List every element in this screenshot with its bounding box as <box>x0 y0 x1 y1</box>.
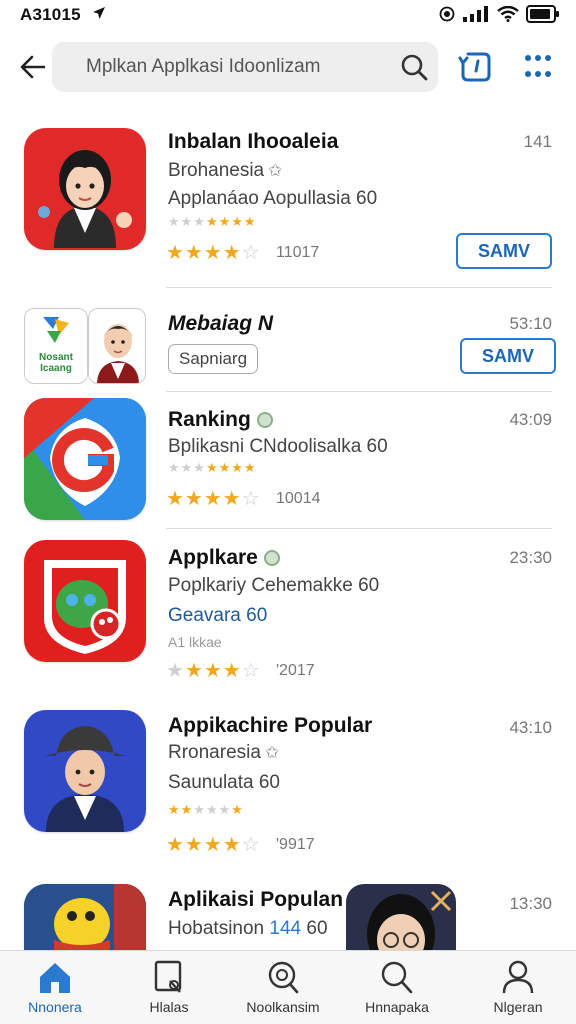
back-arrow-icon <box>20 55 46 79</box>
get-button[interactable]: SAMV <box>456 233 552 269</box>
nav-label-search-badge: Noolkansim <box>246 999 320 1015</box>
app-time: 13:30 <box>509 894 552 913</box>
app-icon-logo-tile: Nosant Icaang <box>24 308 88 384</box>
app-icon-avatar-woman <box>24 128 146 250</box>
app-time: 53:10 <box>509 314 552 333</box>
location-arrow-icon <box>93 7 105 19</box>
app-name: Mebaiag N <box>168 312 274 335</box>
get-button[interactable]: SAMV <box>460 338 556 374</box>
divider <box>166 287 552 288</box>
nav-label-gallery: Hlalas <box>149 999 189 1015</box>
rating-stars: ★★★★☆ <box>166 660 261 682</box>
app-subtitle: Hobatsinon 144 60 <box>168 918 328 939</box>
app-list-item[interactable]: Inbalan Ihooaleia 141 Brohanesia ✩ Applan… <box>0 122 576 288</box>
search-icon[interactable] <box>400 53 428 81</box>
refresh-icon[interactable] <box>458 48 494 86</box>
app-preview-avatar <box>346 884 456 950</box>
small-rating-stars: ★★★★★★★ <box>168 214 257 229</box>
bottom-navigation: Nnonera Hlalas Noolkansim Hnnapaka Nlger… <box>0 950 576 1024</box>
home-icon <box>40 963 70 993</box>
app-list-item[interactable]: Aplikaisi Populan 13:30 Hobatsinon 144 6… <box>0 884 576 950</box>
rating-stars: ★★★★☆ <box>166 834 261 856</box>
signal-icon <box>463 6 488 22</box>
app-subtitle: Brohanesia ✩ <box>168 160 283 181</box>
divider <box>166 528 552 529</box>
app-icon-g-shield <box>24 398 146 520</box>
small-rating-stars: ★★★★★★ <box>168 802 244 817</box>
app-list-item[interactable]: Applkare 23:30 Poplkariy Cehemakke 60 Ge… <box>0 538 576 698</box>
battery-icon <box>526 5 559 23</box>
sparkle-icon: ✩ <box>264 742 280 762</box>
rating-count: '9917 <box>276 836 315 853</box>
nav-item-gallery[interactable]: Hlalas <box>119 959 219 1023</box>
app-name: Ranking <box>168 408 273 432</box>
status-bar: A31015 <box>0 0 576 30</box>
rating-count: '2017 <box>276 662 315 679</box>
camera-dot-icon <box>439 6 455 22</box>
rating-count: 10014 <box>276 490 321 507</box>
app-subtitle-2: Applanáao Aopullasia 60 <box>168 188 378 209</box>
search-header: Mplkan Applkasi Idoonlizam <box>0 36 576 98</box>
verified-badge-icon <box>263 550 280 567</box>
nav-label-search: Hnnapaka <box>365 999 429 1015</box>
nav-item-profile[interactable]: Nlgeran <box>468 959 568 1023</box>
sparkle-icon: ✩ <box>268 160 283 180</box>
search-badge-icon <box>268 961 299 994</box>
app-subtitle: Poplkariy Cehemakke 60 <box>168 575 380 596</box>
app-time: 43:09 <box>509 410 552 429</box>
gallery-icon <box>154 960 182 993</box>
app-list-item[interactable]: Ranking 43:09 Bplikasni CNdoolisalka 60 … <box>0 398 576 530</box>
app-time: 23:30 <box>509 548 552 567</box>
nav-item-search-badge[interactable]: Noolkansim <box>233 959 333 1023</box>
status-icons <box>439 5 560 23</box>
nav-label-home: Nnonera <box>28 999 82 1015</box>
app-name: Inbalan Ihooaleia <box>168 130 339 153</box>
app-time: 43:10 <box>509 718 552 737</box>
logo-text-1: Nosant <box>39 352 73 363</box>
app-icon-avatar-man <box>88 308 146 384</box>
app-icon-yellow-character <box>24 884 146 950</box>
wifi-icon <box>497 6 519 22</box>
app-subtitle-2: Saunulata 60 <box>168 772 280 793</box>
logo-icon <box>43 317 69 343</box>
app-icon-avatar-hat <box>24 710 146 832</box>
app-name: Appikachire Popular <box>168 714 373 737</box>
nav-label-profile: Nlgeran <box>493 999 543 1015</box>
small-rating-stars: ★★★★★★★ <box>168 460 257 475</box>
nav-item-home[interactable]: Nnonera <box>5 959 105 1023</box>
app-name: Applkare <box>168 546 280 570</box>
app-list-item[interactable]: Nosant Icaang Mebaiag N 53:10 Sapniarg S… <box>0 300 576 392</box>
app-list-item[interactable]: Appikachire Popular 43:10 Rronaresia ✩ Sa… <box>0 708 576 878</box>
status-time: A31015 <box>20 5 81 24</box>
app-small-text: A1 lkkae <box>168 634 222 650</box>
more-options-icon[interactable] <box>520 52 556 82</box>
back-button[interactable] <box>16 50 50 84</box>
search-query: Mplkan Applkasi Idoonlizam <box>86 56 321 77</box>
rating-stars: ★★★★☆ <box>166 488 261 510</box>
person-icon <box>502 960 534 994</box>
app-time: 141 <box>523 132 552 151</box>
category-chip[interactable]: Sapniarg <box>168 344 259 374</box>
app-subtitle: Rronaresia ✩ <box>168 742 280 763</box>
rating-count: 11017 <box>276 244 320 261</box>
app-icon-creature <box>24 540 146 662</box>
nav-item-search[interactable]: Hnnapaka <box>347 959 447 1023</box>
search-icon <box>381 961 413 994</box>
rating-stars: ★★★★☆ <box>166 242 261 264</box>
app-name: Aplikaisi Populan <box>168 888 344 911</box>
verified-badge-icon <box>256 412 273 429</box>
divider <box>166 391 552 392</box>
search-input[interactable]: Mplkan Applkasi Idoonlizam <box>52 42 438 92</box>
app-subtitle: Bplikasni CNdoolisalka 60 <box>168 436 388 457</box>
app-subtitle-2: Geavara 60 <box>168 605 268 626</box>
logo-text-2: Icaang <box>40 363 72 374</box>
